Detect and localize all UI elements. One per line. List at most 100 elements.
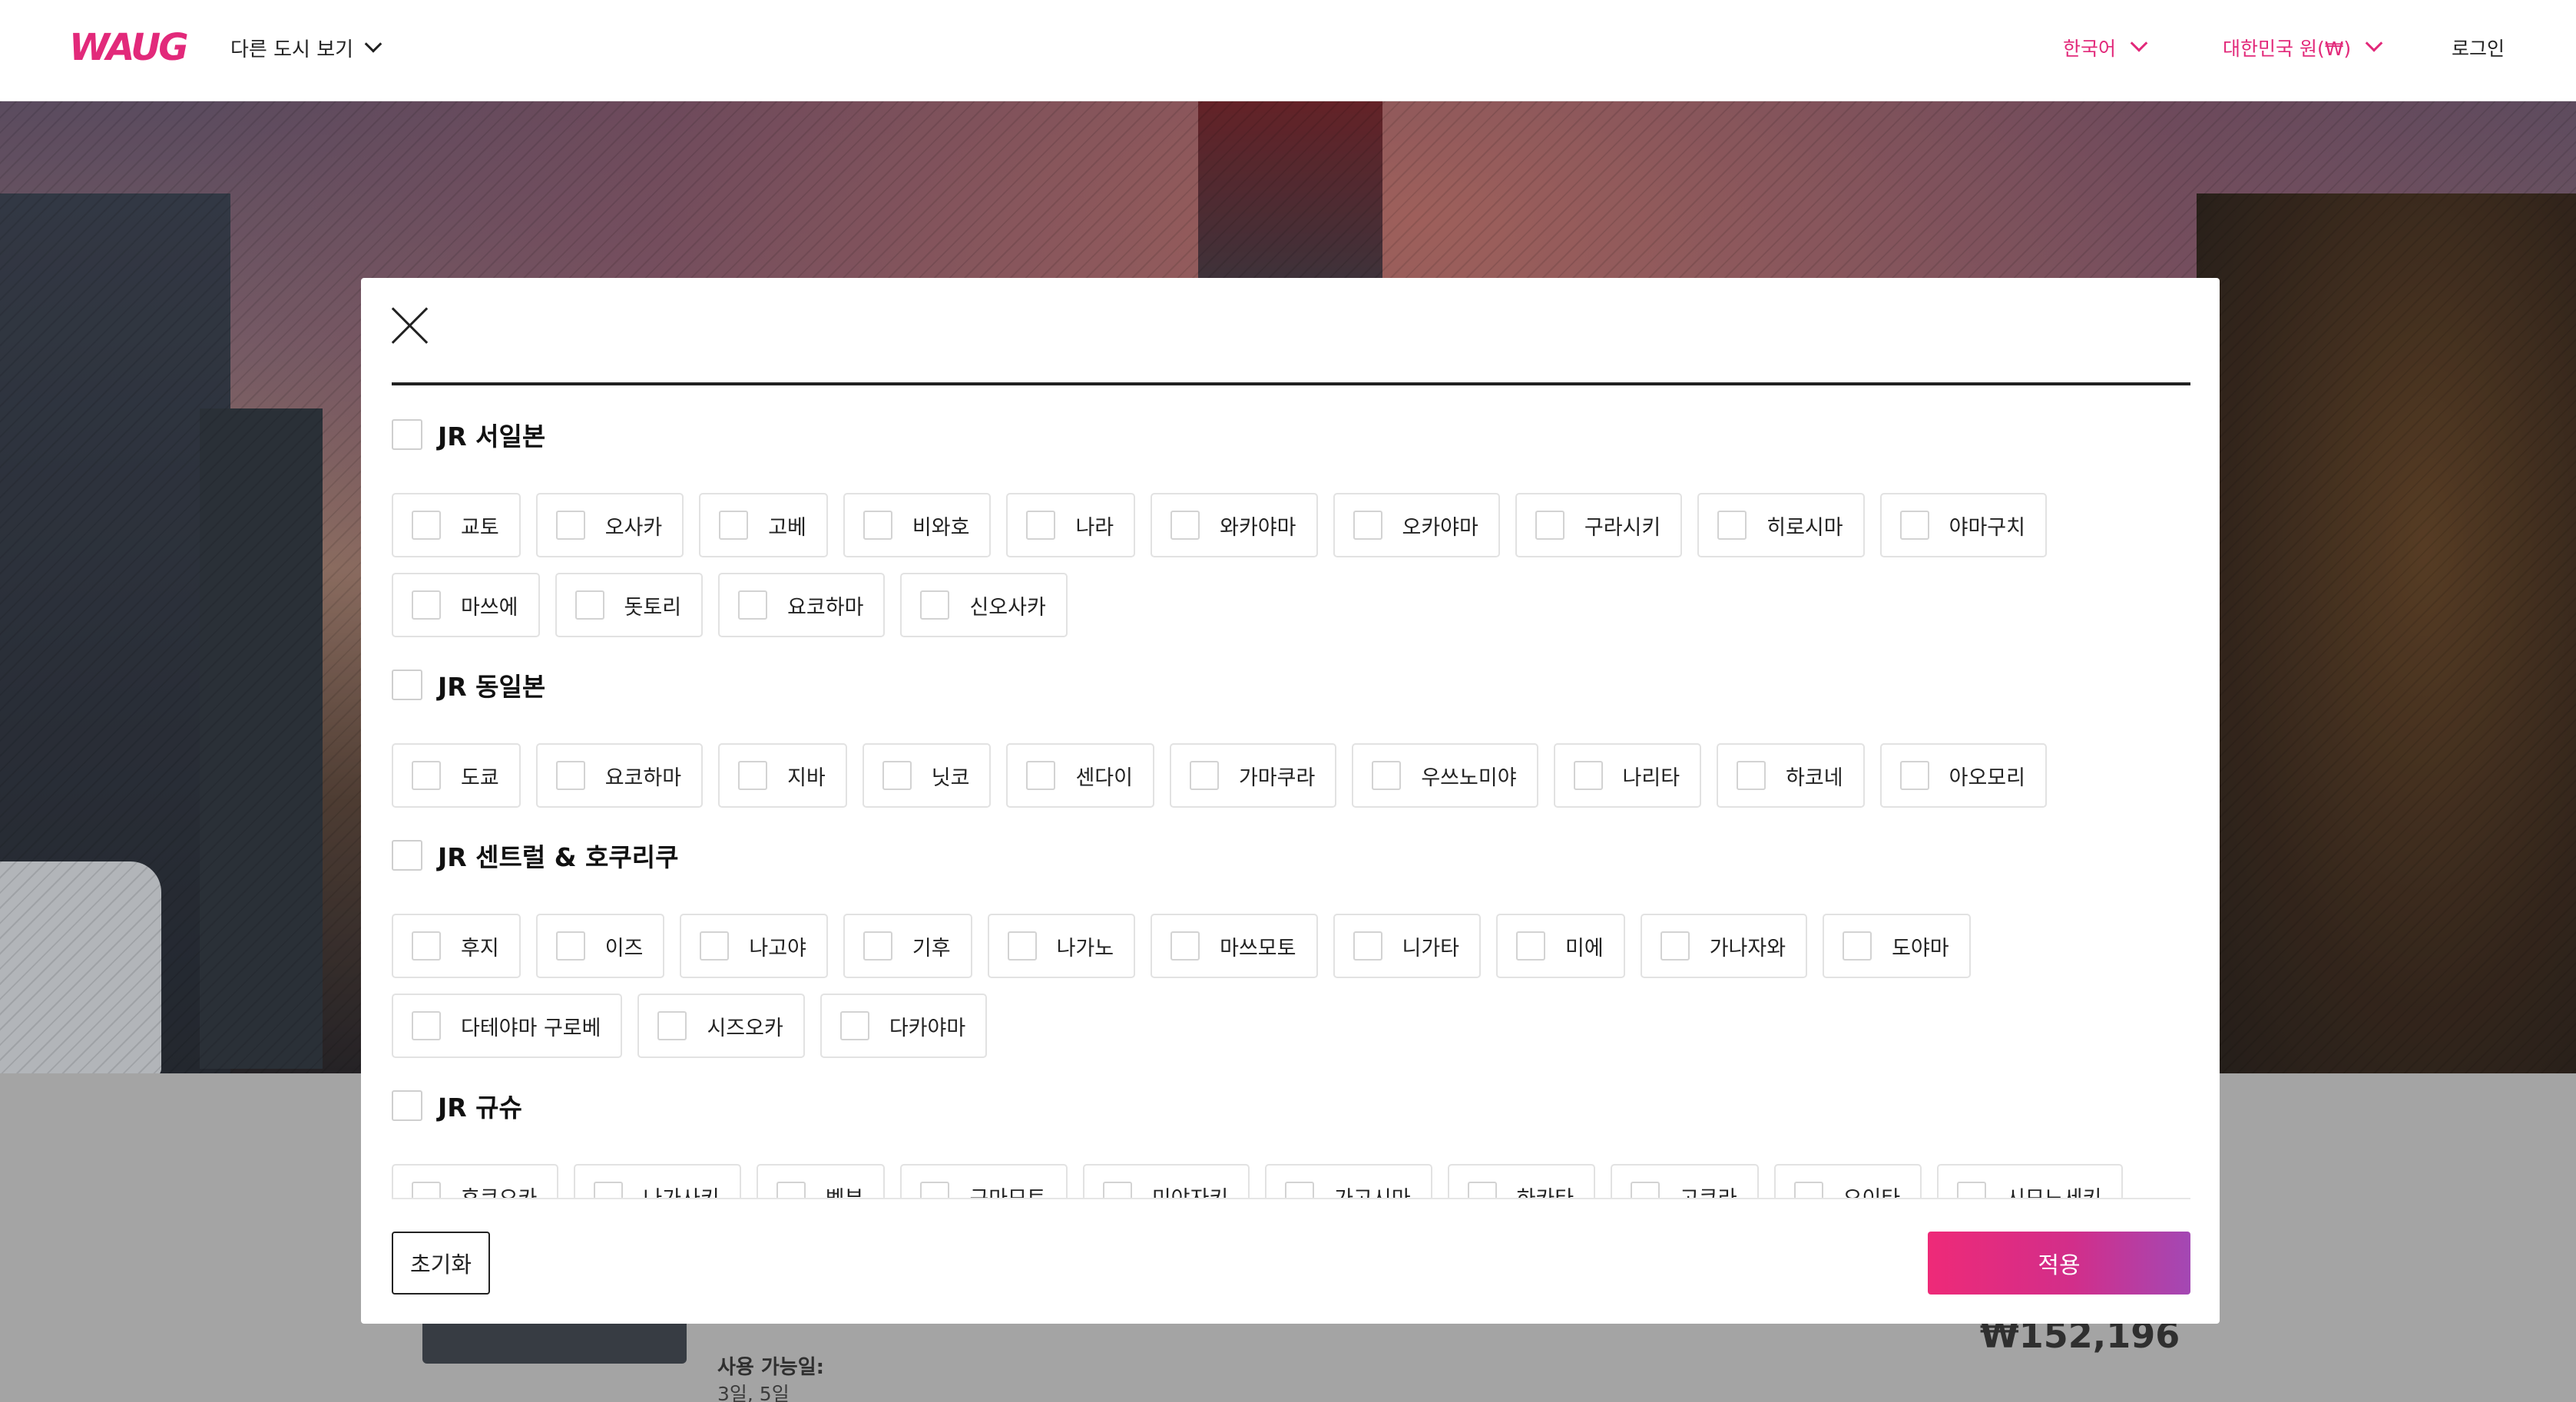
checkbox[interactable] [1189,761,1219,790]
region-chip[interactable]: 나가사키 [574,1164,741,1198]
region-chip[interactable]: 벳부 [756,1164,886,1198]
checkbox[interactable] [1631,1182,1660,1198]
region-chip[interactable]: 히로시마 [1697,493,1865,557]
other-cities-dropdown[interactable]: 다른 도시 보기 [230,34,382,62]
region-chip[interactable]: 비와호 [843,493,992,557]
checkbox[interactable] [1467,1182,1497,1198]
checkbox[interactable] [412,1182,441,1198]
region-chip[interactable]: 고쿠라 [1611,1164,1759,1198]
region-chip[interactable]: 오카야마 [1333,493,1500,557]
close-icon[interactable] [390,306,430,346]
checkbox[interactable] [1285,1182,1315,1198]
region-chip[interactable]: 우쓰노미야 [1352,743,1538,808]
region-chip[interactable]: 니가타 [1333,914,1482,978]
region-chip[interactable]: 센다이 [1006,743,1154,808]
checkbox[interactable] [555,931,585,961]
checkbox[interactable] [1737,761,1766,790]
checkbox[interactable] [1102,1182,1132,1198]
region-chip[interactable]: 가고시마 [1265,1164,1432,1198]
region-chip[interactable]: 가마쿠라 [1169,743,1337,808]
region-chip[interactable]: 마쓰모토 [1151,914,1318,978]
checkbox[interactable] [738,590,768,620]
region-chip[interactable]: 다카야마 [819,994,988,1058]
region-chip[interactable]: 나라 [1006,493,1136,557]
region-chip[interactable]: 도쿄 [392,743,521,808]
group-checkbox[interactable] [392,670,422,700]
group-header[interactable]: JR 센트럴 & 호쿠리쿠 [392,837,678,874]
checkbox[interactable] [882,761,912,790]
checkbox[interactable] [1660,931,1690,961]
waug-logo[interactable]: WAUG [69,26,189,69]
region-chip[interactable]: 고베 [699,493,828,557]
region-chip[interactable]: 도야마 [1823,914,1971,978]
region-chip[interactable]: 후지 [392,914,521,978]
checkbox[interactable] [555,511,585,540]
checkbox[interactable] [1007,931,1037,961]
checkbox[interactable] [738,761,768,790]
region-chip[interactable]: 나고야 [680,914,828,978]
checkbox[interactable] [839,1011,869,1040]
region-chip[interactable]: 지바 [718,743,847,808]
region-chip[interactable]: 아오모리 [1879,743,2047,808]
login-link[interactable]: 로그인 [2452,34,2505,61]
region-chip[interactable]: 나리타 [1553,743,1702,808]
checkbox[interactable] [719,511,749,540]
region-chip[interactable]: 교토 [392,493,521,557]
checkbox[interactable] [1372,761,1402,790]
region-chip[interactable]: 돗토리 [555,573,704,637]
region-chip[interactable]: 와카야마 [1151,493,1318,557]
checkbox[interactable] [700,931,730,961]
region-chip[interactable]: 가나자와 [1640,914,1808,978]
reset-button[interactable]: 초기화 [392,1232,490,1295]
checkbox[interactable] [1957,1182,1987,1198]
checkbox[interactable] [920,1182,950,1198]
checkbox[interactable] [1353,511,1382,540]
checkbox[interactable] [1026,761,1056,790]
region-chip[interactable]: 마쓰에 [392,573,540,637]
region-chip[interactable]: 후쿠오카 [392,1164,559,1198]
region-chip[interactable]: 시즈오카 [637,994,805,1058]
checkbox[interactable] [412,761,441,790]
checkbox[interactable] [412,931,441,961]
region-chip[interactable]: 오사카 [535,493,684,557]
region-chip[interactable]: 오이타 [1773,1164,1922,1198]
region-chip[interactable]: 신오사카 [900,573,1068,637]
region-chip[interactable]: 야마구치 [1879,493,2047,557]
checkbox[interactable] [412,511,441,540]
checkbox[interactable] [863,931,892,961]
region-chip[interactable]: 미야자키 [1082,1164,1250,1198]
checkbox[interactable] [776,1182,806,1198]
checkbox[interactable] [1899,761,1929,790]
checkbox[interactable] [1353,931,1382,961]
checkbox[interactable] [574,590,604,620]
checkbox[interactable] [1899,511,1929,540]
region-chip[interactable]: 나가노 [987,914,1136,978]
checkbox[interactable] [1516,931,1546,961]
region-list[interactable]: JR 서일본 교토 오사카 고베 비와호 나라 와카야마 오카야마 구라시키 히… [392,385,2190,1198]
checkbox[interactable] [1717,511,1747,540]
group-checkbox[interactable] [392,840,422,871]
region-chip[interactable]: 하코네 [1717,743,1865,808]
checkbox[interactable] [1170,931,1200,961]
group-header[interactable]: JR 동일본 [392,666,545,703]
region-chip[interactable]: 미에 [1496,914,1625,978]
group-checkbox[interactable] [392,1090,422,1121]
checkbox[interactable] [1170,511,1200,540]
checkbox[interactable] [920,590,950,620]
checkbox[interactable] [555,761,585,790]
checkbox[interactable] [412,590,441,620]
checkbox[interactable] [1026,511,1056,540]
checkbox[interactable] [412,1011,441,1040]
region-chip[interactable]: 이즈 [535,914,665,978]
region-chip[interactable]: 요코하마 [535,743,704,808]
group-checkbox[interactable] [392,419,422,450]
region-chip[interactable]: 요코하마 [718,573,886,637]
checkbox[interactable] [1573,761,1603,790]
region-chip[interactable]: 닛코 [862,743,992,808]
region-chip[interactable]: 구마모토 [900,1164,1068,1198]
checkbox[interactable] [863,511,892,540]
region-chip[interactable]: 구라시키 [1515,493,1683,557]
checkbox[interactable] [1843,931,1872,961]
checkbox[interactable] [594,1182,624,1198]
group-header[interactable]: JR 규슈 [392,1087,522,1124]
